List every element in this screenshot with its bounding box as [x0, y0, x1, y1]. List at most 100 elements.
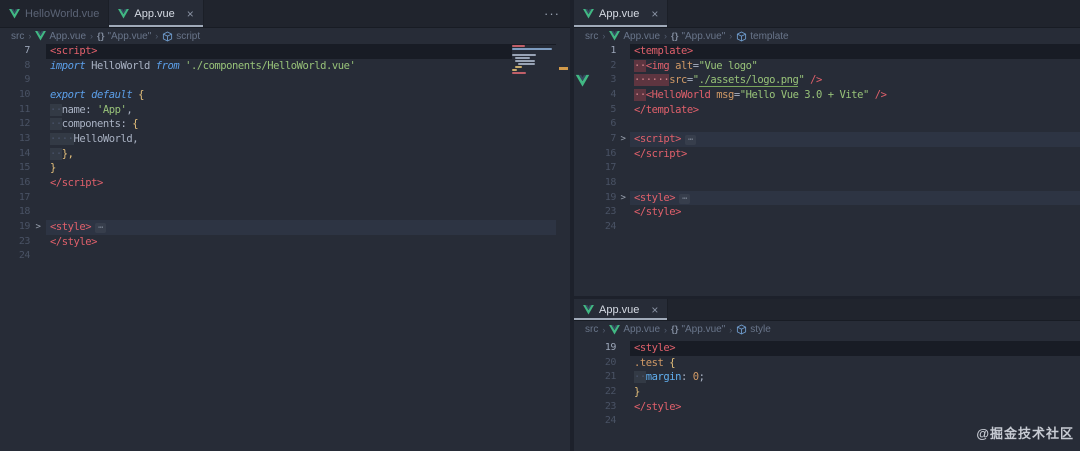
close-icon[interactable]: × — [651, 8, 658, 20]
fold-column — [616, 161, 630, 176]
gutter-glyph-margin — [574, 414, 590, 429]
code-line[interactable]: 7 > <script> ⋯ — [574, 131, 1080, 147]
code-line-content: <template> — [630, 44, 1080, 59]
line-number: 8 — [24, 59, 30, 71]
code-line[interactable]: 19 > <style> ⋯ — [574, 190, 1080, 206]
code-line[interactable]: 15} — [0, 161, 570, 176]
code-area[interactable]: 19 <style> 20 .test {21 ··margin: 0; 22} 23 </s… — [574, 338, 1080, 429]
line-number: 7 — [610, 132, 616, 144]
close-icon[interactable]: × — [651, 304, 658, 316]
code-line[interactable]: 12 ··components: { — [0, 117, 570, 132]
code-token[interactable]: ⋯ — [95, 222, 107, 233]
line-number: 6 — [610, 118, 616, 130]
code-line[interactable]: 17 — [574, 161, 1080, 176]
tab-helloworld-vue[interactable]: HelloWorld.vue — [0, 0, 110, 27]
breadcrumb-item-appvue[interactable]: App.vue — [609, 31, 660, 42]
code-line[interactable]: 24 — [0, 249, 570, 264]
tab-app-vue[interactable]: App.vue × — [109, 0, 204, 27]
breadcrumb-item-appvue[interactable]: {} "App.vue" — [97, 31, 151, 42]
code-line-content: ······src="./assets/logo.png" /> — [630, 73, 1080, 88]
breadcrumb-item-appvue[interactable]: {} "App.vue" — [671, 31, 725, 42]
fold-chevron-icon[interactable]: > — [616, 191, 630, 206]
code-line[interactable]: 18 — [0, 205, 570, 220]
code-line[interactable]: 4 ··<HelloWorld msg="Hello Vue 3.0 + Vite… — [574, 88, 1080, 103]
breadcrumb-label: App.vue — [623, 324, 661, 335]
breadcrumb-item-appvue[interactable]: App.vue — [35, 31, 86, 42]
more-actions-button[interactable]: ··· — [544, 0, 560, 27]
code-line[interactable]: 23 </style> — [0, 235, 570, 250]
minimap[interactable] — [512, 45, 556, 81]
code-token: , — [126, 103, 133, 116]
code-line[interactable]: 11 ··name: 'App', — [0, 103, 570, 118]
code-token[interactable]: ⋯ — [679, 193, 691, 204]
code-line[interactable]: 16 </script> — [574, 147, 1080, 162]
code-area[interactable]: 7 <script> 8 import HelloWorld from './comp… — [0, 44, 570, 264]
code-token: <script> — [634, 132, 681, 145]
minimap-line — [515, 57, 530, 59]
tab-app-vue[interactable]: App.vue × — [574, 0, 669, 27]
code-token: " — [692, 74, 699, 87]
code-line-content — [630, 117, 1080, 132]
breadcrumb-item-src[interactable]: src — [11, 31, 24, 42]
breadcrumb-item-template[interactable]: template — [736, 31, 789, 42]
code-token: : — [680, 371, 693, 384]
gutter-glyph-margin — [574, 220, 590, 235]
fold-chevron-icon[interactable]: > — [616, 132, 630, 147]
code-line-content: .test { — [630, 356, 1080, 371]
tab-app-vue[interactable]: App.vue × — [574, 299, 669, 320]
code-token: </style> — [634, 206, 681, 219]
code-line[interactable]: 22} — [574, 385, 1080, 400]
code-token: ·· — [634, 88, 646, 101]
line-number: 23 — [18, 235, 31, 247]
code-line[interactable]: 8 import HelloWorld from './components/He… — [0, 59, 570, 74]
fold-column — [616, 103, 630, 118]
code-line[interactable]: 7 <script> — [0, 44, 570, 59]
code-line[interactable]: 23 </style> — [574, 400, 1080, 415]
code-line[interactable]: 1 <template> — [574, 44, 1080, 59]
breadcrumb-label: "App.vue" — [681, 324, 726, 335]
code-line[interactable]: 19 > <style> ⋯ — [0, 219, 570, 235]
breadcrumb-separator-icon: › — [28, 31, 32, 41]
fold-column — [616, 414, 630, 429]
file-link[interactable]: ./assets/logo.png — [698, 74, 799, 88]
code-line[interactable]: 10 export default { — [0, 88, 570, 103]
code-token: /> — [868, 88, 887, 101]
fold-column — [616, 356, 630, 371]
breadcrumb-label: script — [176, 30, 201, 42]
fold-column — [616, 400, 630, 415]
code-token: margin — [645, 371, 682, 384]
breadcrumb-item-src[interactable]: src — [585, 324, 598, 335]
code-line[interactable]: 16 </script> — [0, 176, 570, 191]
code-token[interactable]: ⋯ — [684, 134, 696, 145]
code-line-content: ··}, — [46, 147, 570, 162]
code-line[interactable]: 24 — [574, 220, 1080, 235]
breadcrumb-item-src[interactable]: src — [585, 31, 598, 42]
code-line[interactable]: 9 — [0, 73, 570, 88]
code-line[interactable]: 5 </template> — [574, 103, 1080, 118]
breadcrumb-item-appvue[interactable]: {} "App.vue" — [671, 324, 725, 335]
breadcrumb-item-style[interactable]: style — [736, 324, 771, 335]
namespace-icon — [162, 31, 173, 42]
fold-column — [616, 220, 630, 235]
breadcrumb-item-appvue[interactable]: App.vue — [609, 324, 660, 335]
code-line[interactable]: 3 ······src="./assets/logo.png" /> — [574, 73, 1080, 88]
code-line[interactable]: 20 .test { — [574, 356, 1080, 371]
code-line[interactable]: 18 — [574, 176, 1080, 191]
code-line-content: </style> — [630, 205, 1080, 220]
breadcrumb-label: src — [11, 30, 25, 42]
line-number: 18 — [18, 206, 31, 218]
code-line[interactable]: 6 — [574, 117, 1080, 132]
fold-chevron-icon[interactable]: > — [30, 220, 46, 235]
fold-column — [616, 385, 630, 400]
code-line[interactable]: 14 ··}, — [0, 147, 570, 162]
code-line[interactable]: 23 </style> — [574, 205, 1080, 220]
overview-ruler[interactable] — [556, 44, 570, 451]
breadcrumb-item-script[interactable]: script — [162, 31, 200, 42]
code-line[interactable]: 2 ··<img alt="Vue logo" — [574, 59, 1080, 74]
code-line[interactable]: 19 <style> — [574, 341, 1080, 356]
code-line[interactable]: 21 ··margin: 0; — [574, 370, 1080, 385]
code-area[interactable]: 1 <template> 2 ··<img alt="Vue logo" 3 ······… — [574, 44, 1080, 235]
close-icon[interactable]: × — [187, 8, 194, 20]
code-line[interactable]: 13 ····HelloWorld, — [0, 132, 570, 147]
code-line[interactable]: 17 — [0, 191, 570, 206]
